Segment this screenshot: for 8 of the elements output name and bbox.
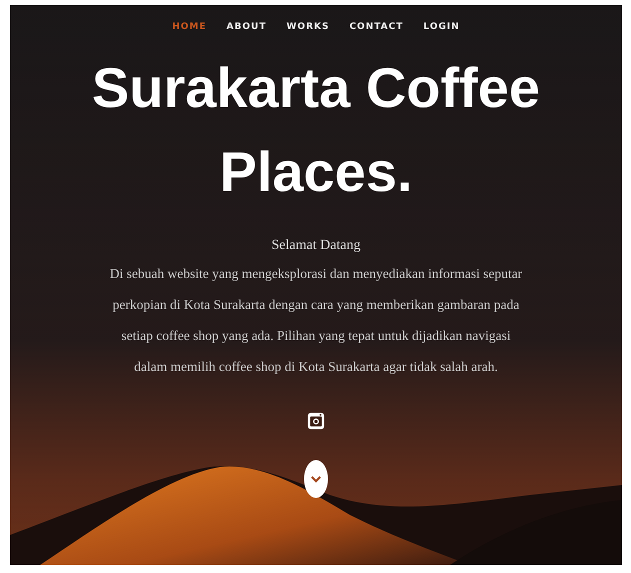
nav-link[interactable]: LOGIN (423, 22, 460, 32)
hero-title: Surakarta Coffee Places. (90, 55, 542, 205)
intro-paragraph: Di sebuah website yang mengeksplorasi dan menyediakan informasi seputar perkopian di Kota Surakarta dengan cara yang memberikan gambaran pada setiap coffee shop yang ada. Pilihan yang tepat untuk dijadikan navigasi dalam memilih coffee shop di Kota Surakarta agar tidak salah arah. (108, 265, 524, 376)
welcome-heading: Selamat Datang (271, 238, 361, 254)
nav-link[interactable]: HOME (172, 22, 207, 32)
nav-link[interactable]: ABOUT (226, 22, 266, 32)
nav-link[interactable]: WORKS (286, 22, 330, 32)
nav-link[interactable]: CONTACT (349, 22, 404, 32)
